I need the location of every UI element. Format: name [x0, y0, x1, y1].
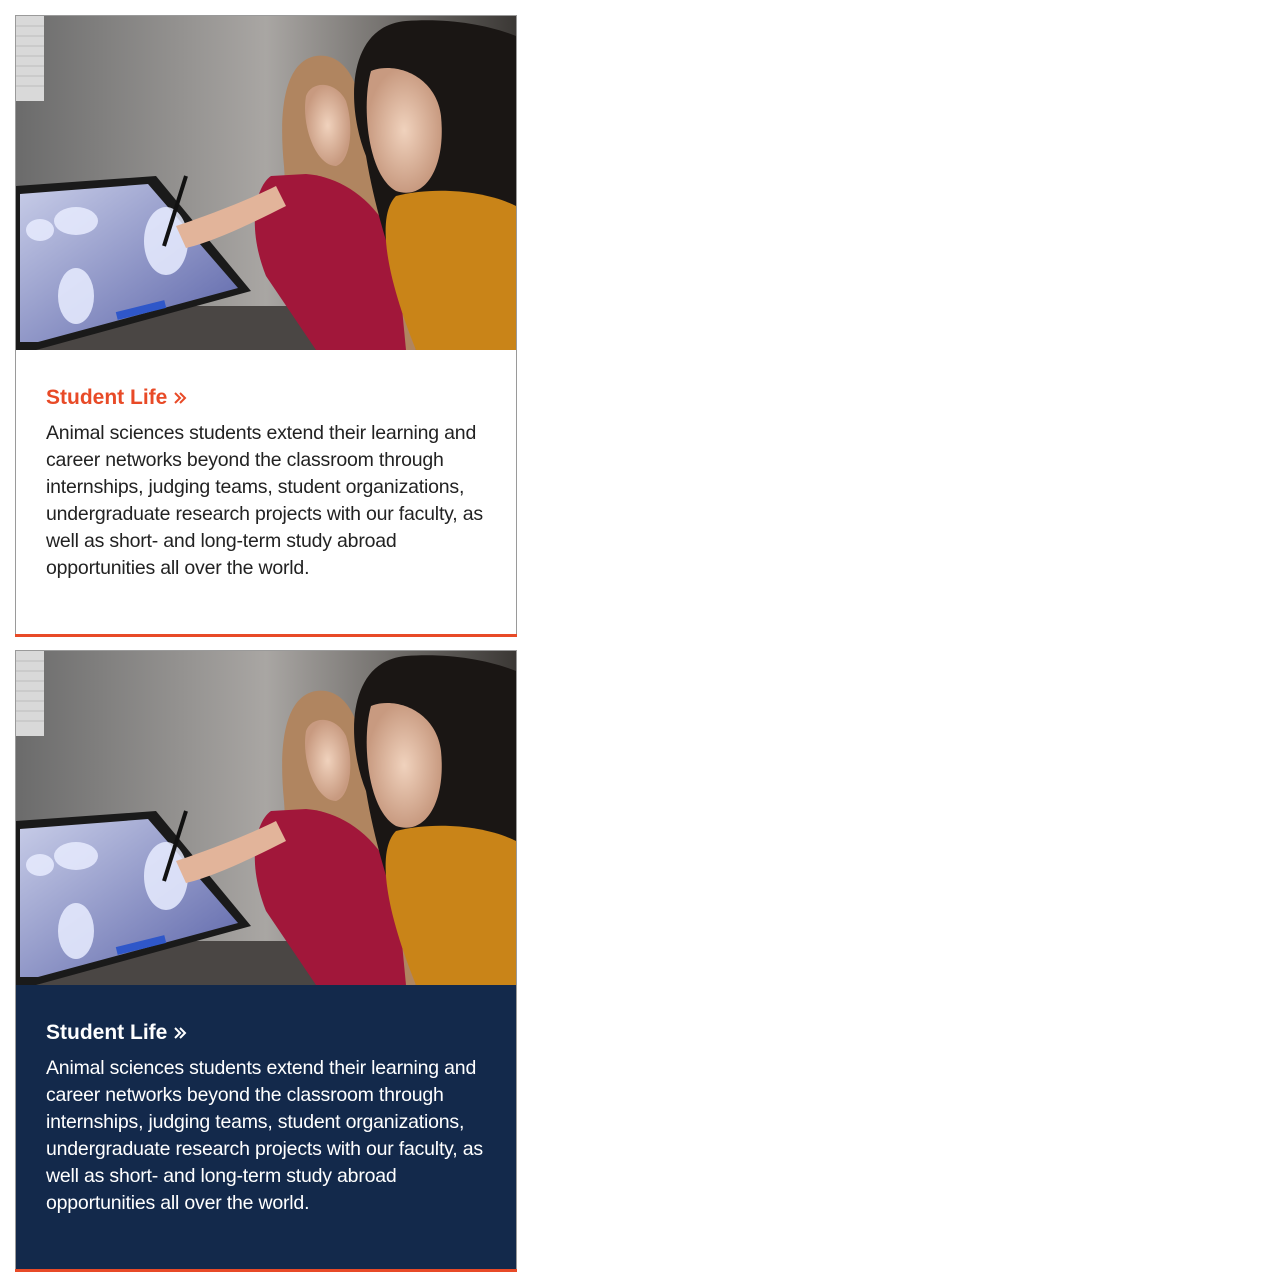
card-description: Animal sciences students extend their le…	[46, 1057, 483, 1214]
student-life-card-dark: Student Life Animal sciences students ex…	[15, 650, 517, 1272]
student-life-link[interactable]: Student Life	[46, 386, 187, 410]
card-body: Student Life Animal sciences students ex…	[16, 985, 516, 1269]
card-accent-bar	[15, 1269, 517, 1272]
card-accent-bar	[15, 634, 517, 637]
card-title-label: Student Life	[46, 1021, 168, 1044]
students-photo	[16, 651, 516, 985]
card-body: Student Life Animal sciences students ex…	[16, 350, 516, 634]
double-chevron-right-icon	[173, 391, 187, 405]
student-life-card-light: Student Life Animal sciences students ex…	[15, 15, 517, 637]
card-title-label: Student Life	[46, 386, 168, 409]
student-life-link[interactable]: Student Life	[46, 1021, 187, 1045]
double-chevron-right-icon	[173, 1026, 187, 1040]
card-description: Animal sciences students extend their le…	[46, 422, 483, 579]
students-photo	[16, 16, 516, 350]
